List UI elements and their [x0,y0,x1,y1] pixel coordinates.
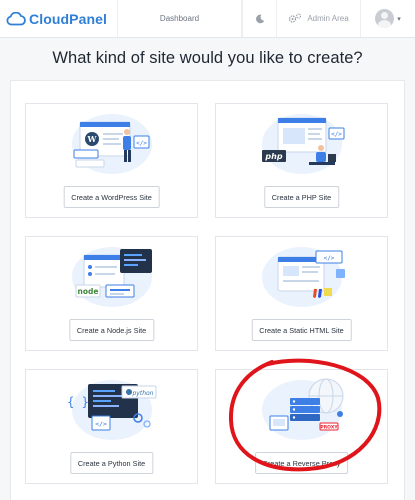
svg-text:</>: </> [95,420,107,428]
svg-text:</>: </> [324,255,335,262]
create-wordpress-button[interactable]: Create a WordPress Site [63,186,160,208]
card-python[interactable]: { } python </> Create a Python Site [25,369,198,484]
card-nodejs[interactable]: node Create a Node.js Site [25,236,198,351]
reverse-proxy-illustration: PROXY [262,378,344,440]
cloud-logo-icon [6,11,26,25]
caret-down-icon: ▾ [397,15,401,23]
wordpress-illustration: W </> [72,114,152,174]
create-reverse-proxy-button[interactable]: Create a Reverse Proxy [254,452,349,474]
nodejs-illustration: node [72,247,152,307]
brand-name: CloudPanel [29,10,108,27]
proxy-badge: PROXY [320,425,338,431]
create-nodejs-button[interactable]: Create a Node.js Site [68,319,155,341]
svg-text:</>: </> [331,131,342,138]
svg-text:W: W [87,134,98,144]
brand[interactable]: CloudPanel [0,0,118,37]
theme-toggle-button[interactable] [242,0,276,37]
moon-icon [255,14,264,23]
node-badge: node [78,287,99,296]
gears-icon [289,13,302,23]
user-menu[interactable]: ▾ [360,0,415,37]
svg-text:{ }: { } [67,395,89,409]
nav-dashboard[interactable]: Dashboard [118,0,242,37]
avatar-icon [375,9,395,28]
svg-text:</>: </> [136,140,147,147]
card-static-html[interactable]: </> Create a Static HTML Site [215,236,388,351]
card-php[interactable]: </> php Create a PHP Site [215,103,388,218]
admin-area-label: Admin Area [307,14,349,23]
create-python-button[interactable]: Create a Python Site [69,452,154,474]
php-badge: php [264,152,282,161]
create-php-button[interactable]: Create a PHP Site [263,186,340,208]
static-html-illustration: </> [262,247,345,307]
create-static-html-button[interactable]: Create a Static HTML Site [251,319,352,341]
top-bar: CloudPanel Dashboard Admin Area ▾ [0,0,415,38]
python-illustration: { } python </> [67,380,157,440]
python-badge: python [132,390,154,397]
php-illustration: </> php [262,114,345,174]
site-type-panel: W </> Create a WordPress Site </> php Cr… [10,80,405,500]
card-wordpress[interactable]: W </> Create a WordPress Site [25,103,198,218]
card-reverse-proxy[interactable]: PROXY Create a Reverse Proxy [215,369,388,484]
admin-area-link[interactable]: Admin Area [276,0,360,37]
page-title: What kind of site would you like to crea… [52,49,363,67]
